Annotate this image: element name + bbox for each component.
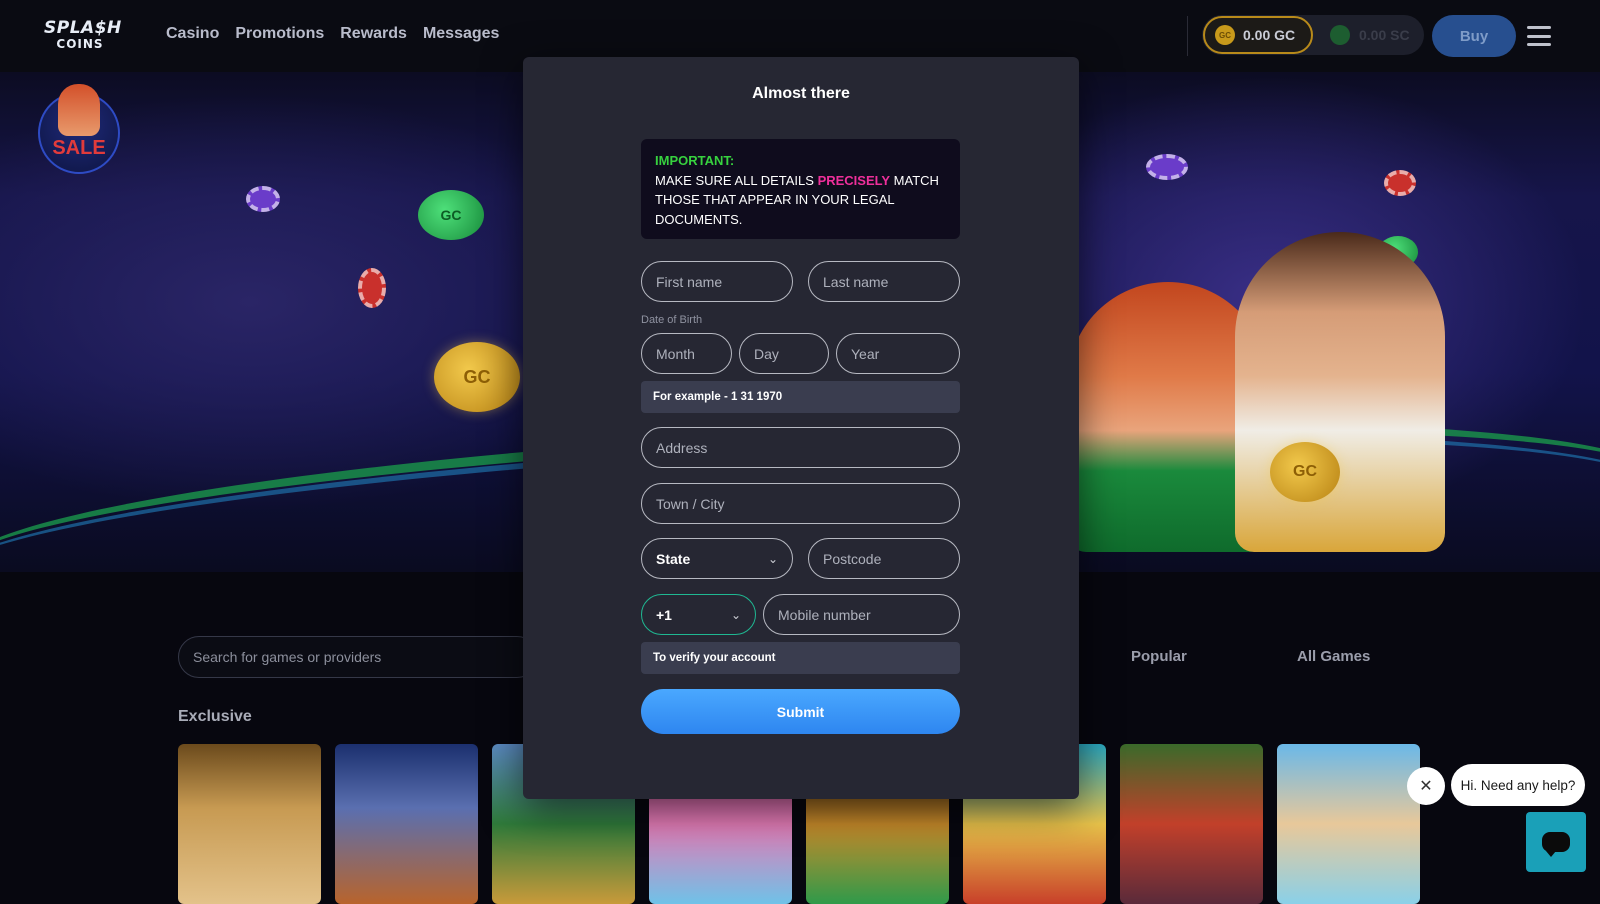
nav-messages[interactable]: Messages: [423, 25, 500, 43]
modal-title: Almost there: [752, 85, 850, 102]
dob-month-field[interactable]: Month: [641, 333, 732, 374]
city-field[interactable]: Town / City: [641, 483, 960, 524]
nav-rewards[interactable]: Rewards: [340, 25, 407, 43]
gold-coin-icon: GC: [1215, 25, 1235, 45]
dob-day-field[interactable]: Day: [739, 333, 829, 374]
gc-balance-value: 0.00 GC: [1243, 27, 1296, 43]
hamburger-menu-icon[interactable]: [1527, 26, 1551, 46]
notice-highlight: PRECISELY: [817, 172, 891, 188]
logo-text-bottom: COINS: [56, 37, 104, 51]
hero-characters-image: [1060, 222, 1460, 552]
purple-chip-icon: [246, 186, 280, 212]
sc-balance-value: 0.00 SC: [1359, 27, 1410, 43]
game-tile[interactable]: [335, 744, 478, 904]
search-placeholder: Search for games or providers: [193, 649, 382, 665]
state-value: State: [656, 550, 691, 567]
sweeps-coin-balance[interactable]: 0.00 SC: [1330, 16, 1422, 54]
mobile-placeholder: Mobile number: [778, 606, 871, 623]
month-placeholder: Month: [656, 345, 695, 362]
splash-coins-logo[interactable]: SPLA$H COINS: [44, 18, 122, 52]
gold-coin-icon: GC: [434, 342, 520, 412]
sale-label: SALE: [52, 137, 106, 159]
first-name-field[interactable]: First name: [641, 261, 793, 302]
tab-all-games[interactable]: All Games: [1297, 648, 1370, 665]
mobile-hint: To verify your account: [641, 642, 960, 674]
chevron-down-icon: ⌄: [730, 607, 741, 622]
gold-coin-icon: GC: [1270, 442, 1340, 502]
green-coin-icon: GC: [418, 190, 484, 240]
purple-chip-icon: [1146, 154, 1188, 180]
last-name-placeholder: Last name: [823, 273, 889, 290]
game-tile[interactable]: [1277, 744, 1420, 904]
section-title-exclusive: Exclusive: [178, 708, 252, 725]
country-code-select[interactable]: +1 ⌄: [641, 594, 756, 635]
logo-text-top: SPLA$H: [44, 18, 122, 38]
sweeps-coin-icon: [1330, 25, 1350, 45]
city-placeholder: Town / City: [656, 495, 725, 512]
game-tile[interactable]: [1120, 744, 1263, 904]
red-chip-icon: [1384, 170, 1416, 196]
game-tile[interactable]: [178, 744, 321, 904]
mobile-number-field[interactable]: Mobile number: [763, 594, 960, 635]
country-code-value: +1: [656, 606, 672, 623]
postcode-placeholder: Postcode: [823, 550, 882, 567]
gold-coin-balance[interactable]: GC 0.00 GC: [1203, 16, 1313, 54]
last-name-field[interactable]: Last name: [808, 261, 960, 302]
address-placeholder: Address: [656, 439, 708, 456]
day-placeholder: Day: [754, 345, 779, 362]
chat-launcher-button[interactable]: [1526, 812, 1586, 872]
buy-button[interactable]: Buy: [1432, 15, 1516, 57]
smiling-man-figure: [1235, 232, 1445, 552]
nav-promotions[interactable]: Promotions: [235, 25, 324, 43]
registration-modal: Almost there IMPORTANT: MAKE SURE ALL DE…: [523, 57, 1079, 799]
main-nav: Casino Promotions Rewards Messages: [166, 25, 499, 43]
submit-button[interactable]: Submit: [641, 689, 960, 734]
red-chip-icon: [358, 268, 386, 308]
first-name-placeholder: First name: [656, 273, 723, 290]
chevron-down-icon: ⌄: [767, 551, 778, 566]
chat-greeting-text: Hi. Need any help?: [1460, 777, 1576, 793]
year-placeholder: Year: [851, 345, 880, 362]
sale-character-icon: [58, 84, 100, 136]
important-notice: IMPORTANT: MAKE SURE ALL DETAILS PRECISE…: [641, 139, 960, 239]
dob-label: Date of Birth: [641, 314, 703, 326]
chat-bubble-icon: [1542, 832, 1570, 857]
dob-hint: For example - 1 31 1970: [641, 381, 960, 413]
header-divider: [1187, 16, 1188, 56]
chat-greeting-bubble[interactable]: Hi. Need any help?: [1451, 764, 1585, 806]
tab-popular[interactable]: Popular: [1131, 648, 1187, 665]
postcode-field[interactable]: Postcode: [808, 538, 960, 579]
close-icon[interactable]: ✕: [1407, 767, 1445, 805]
notice-text-before: MAKE SURE ALL DETAILS: [655, 172, 818, 188]
notice-heading: IMPORTANT:: [655, 153, 735, 168]
nav-casino[interactable]: Casino: [166, 25, 219, 43]
game-search-input[interactable]: Search for games or providers: [178, 636, 538, 678]
state-select[interactable]: State ⌄: [641, 538, 793, 579]
address-field[interactable]: Address: [641, 427, 960, 468]
dob-year-field[interactable]: Year: [836, 333, 960, 374]
